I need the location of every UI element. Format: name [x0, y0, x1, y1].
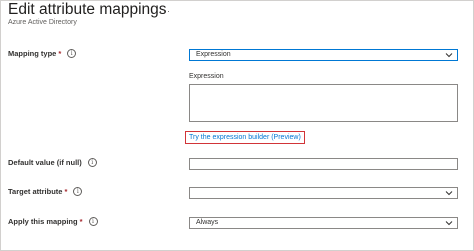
apply-mapping-label-row: Apply this mapping * i [8, 217, 98, 226]
apply-mapping-label: Apply this mapping [8, 217, 78, 226]
required-indicator: * [58, 49, 62, 58]
info-icon[interactable]: i [88, 217, 98, 226]
info-icon[interactable]: i [87, 158, 97, 167]
target-attribute-label-row: Target attribute * i [8, 187, 83, 196]
default-value-label: Default value (if null) [8, 158, 82, 167]
info-icon[interactable]: i [73, 187, 83, 196]
expression-label: Expression [189, 73, 224, 80]
target-attribute-label: Target attribute [8, 187, 63, 196]
more-options-button[interactable]: ··· [159, 7, 171, 16]
apply-mapping-dropdown[interactable]: Always [189, 217, 458, 229]
page-subtitle: Azure Active Directory [8, 19, 77, 26]
default-value-input[interactable] [189, 158, 458, 170]
expression-textarea[interactable] [189, 84, 458, 122]
info-icon[interactable]: i [67, 49, 77, 58]
target-attribute-dropdown[interactable] [189, 187, 458, 199]
chevron-down-icon [445, 191, 453, 196]
chevron-down-icon [445, 53, 453, 58]
mapping-type-label-row: Mapping type * i [8, 49, 77, 58]
required-indicator: * [64, 187, 68, 196]
default-value-label-row: Default value (if null) i [8, 158, 97, 167]
mapping-type-value: Expression [196, 51, 231, 58]
page-title: Edit attribute mappings [8, 1, 167, 18]
edit-attribute-mappings-panel: Edit attribute mappings ··· Azure Active… [0, 0, 474, 251]
mapping-type-dropdown[interactable]: Expression [189, 49, 458, 61]
apply-mapping-value: Always [196, 219, 219, 226]
mapping-type-label: Mapping type [8, 49, 57, 58]
expression-builder-link[interactable]: Try the expression builder (Preview) [185, 131, 305, 144]
required-indicator: * [79, 217, 83, 226]
chevron-down-icon [445, 221, 453, 226]
